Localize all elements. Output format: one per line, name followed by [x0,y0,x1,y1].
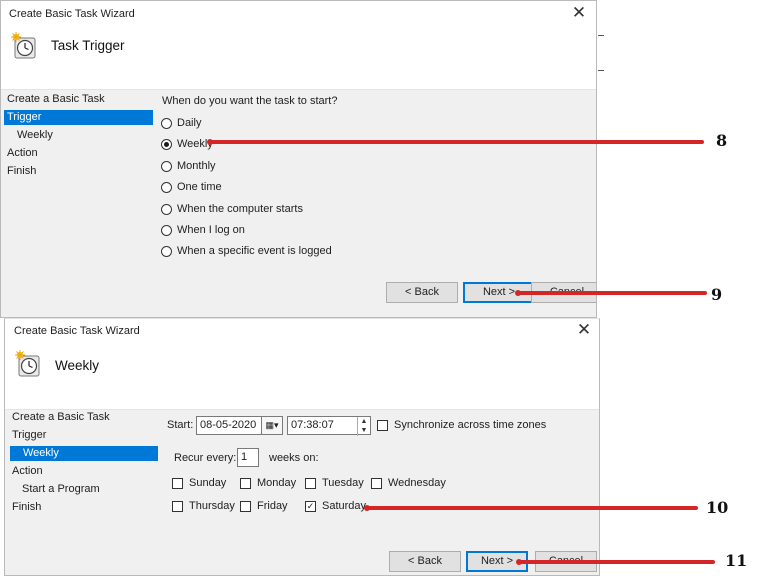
radio-weekly-circle[interactable] [161,138,172,150]
task-scheduler-clock-icon [15,350,40,377]
day-tuesday[interactable]: Tuesday [305,476,364,490]
start-time-value: 07:38:07 [291,419,334,431]
day-thursday-checkbox[interactable] [172,500,183,512]
task-trigger-window: Create Basic Task Wizard ✕ Task Trigger … [0,0,597,318]
nav-step-action[interactable]: Action [7,146,38,161]
nav-step-finish[interactable]: Finish [12,500,41,515]
day-sunday-checkbox[interactable] [172,477,183,489]
radio-computer-starts-circle[interactable] [161,203,172,215]
nav-step-action[interactable]: Action [12,464,43,479]
radio-computer-starts-label: When the computer starts [177,203,303,215]
day-friday-label: Friday [257,500,288,512]
window-title: Create Basic Task Wizard [14,325,140,337]
day-friday[interactable]: Friday [240,499,288,513]
calendar-dropdown-button[interactable]: ▦▾ [261,416,283,435]
day-monday-checkbox[interactable] [240,477,251,489]
day-friday-checkbox[interactable] [240,500,251,512]
radio-monthly-label: Monthly [177,160,216,172]
day-wednesday-checkbox[interactable] [371,477,382,489]
annotation-10-number: 10 [706,498,729,517]
radio-daily[interactable]: Daily [161,116,201,130]
title-bar: Create Basic Task Wizard ✕ [5,319,599,343]
start-date-field[interactable]: 08-05-2020 [196,416,262,435]
day-saturday-checkbox[interactable]: ✓ [305,500,316,512]
close-button[interactable]: ✕ [573,320,595,340]
annotation-8-number: 8 [716,131,728,150]
sync-time-zones-checkbox[interactable] [377,419,388,431]
sync-time-zones[interactable]: Synchronize across time zones [377,418,546,432]
wizard-body: Create a Basic Task Trigger Weekly Actio… [1,89,596,317]
weeks-on-label: weeks on: [269,452,319,464]
wizard-header: Task Trigger [1,25,596,89]
weekly-trigger-window: Create Basic Task Wizard ✕ Weekly Create… [4,318,600,576]
calendar-icon: ▦▾ [265,420,279,430]
nav-step-weekly[interactable]: Weekly [17,128,53,143]
radio-one-time-label: One time [177,181,222,193]
page-title: Task Trigger [51,38,125,53]
nav-step-finish[interactable]: Finish [7,164,36,179]
radio-daily-label: Daily [177,117,202,129]
nav-step-trigger[interactable]: Trigger [4,110,153,125]
radio-log-on-label: When I log on [177,224,245,236]
wizard-header: Weekly [5,343,599,409]
day-tuesday-checkbox[interactable] [305,477,316,489]
radio-log-on-circle[interactable] [161,224,172,236]
task-scheduler-clock-icon [11,32,36,59]
background-window-edge [598,70,604,71]
nav-step-start-a-program[interactable]: Start a Program [22,482,100,497]
day-tuesday-label: Tuesday [322,477,364,489]
day-saturday-label: Saturday [322,500,367,512]
recur-label: Recur every: [174,452,237,464]
sync-time-zones-label: Synchronize across time zones [394,419,547,431]
page-title: Weekly [55,358,100,373]
radio-one-time[interactable]: One time [161,180,222,194]
day-wednesday[interactable]: Wednesday [371,476,446,490]
annotation-10-line [366,506,698,510]
time-spinner[interactable]: ▲ ▼ [357,417,370,436]
radio-event-logged[interactable]: When a specific event is logged [161,244,332,258]
trigger-question: When do you want the task to start? [162,95,338,107]
radio-event-logged-label: When a specific event is logged [177,245,332,257]
background-window-edge [598,35,604,36]
wizard-steps-nav: Create a Basic Task Trigger Weekly Actio… [1,90,153,317]
window-title: Create Basic Task Wizard [9,8,135,20]
wizard-steps-nav: Create a Basic Task Trigger Weekly Actio… [5,410,158,575]
nav-step-trigger[interactable]: Trigger [12,428,46,443]
day-saturday[interactable]: ✓ Saturday [305,499,366,513]
radio-weekly[interactable]: Weekly [161,137,213,151]
annotation-11-line [518,560,715,564]
radio-log-on[interactable]: When I log on [161,223,245,237]
annotation-11-number: 11 [725,551,748,570]
recur-weeks-input[interactable]: 1 [237,448,259,467]
radio-computer-starts[interactable]: When the computer starts [161,202,303,216]
title-bar: Create Basic Task Wizard ✕ [1,1,596,25]
back-button[interactable]: < Back [386,282,458,303]
radio-monthly[interactable]: Monthly [161,159,216,173]
day-sunday[interactable]: Sunday [172,476,226,490]
wizard-body: Create a Basic Task Trigger Weekly Actio… [5,409,599,575]
annotation-9-line [518,291,707,295]
nav-step-weekly[interactable]: Weekly [10,446,158,461]
day-thursday-label: Thursday [189,500,235,512]
nav-step-create-basic-task[interactable]: Create a Basic Task [7,92,153,107]
radio-monthly-circle[interactable] [161,160,172,172]
day-thursday[interactable]: Thursday [172,499,235,513]
start-time-field[interactable]: 07:38:07 ▲ ▼ [287,416,371,436]
close-button[interactable]: ✕ [568,3,590,23]
radio-one-time-circle[interactable] [161,181,172,193]
day-monday-label: Monday [257,477,297,489]
back-button[interactable]: < Back [389,551,461,572]
nav-step-create-basic-task[interactable]: Create a Basic Task [12,410,110,425]
spin-down-icon[interactable]: ▼ [358,426,370,435]
day-sunday-label: Sunday [189,477,227,489]
annotation-9-number: 9 [711,285,723,304]
day-wednesday-label: Wednesday [388,477,446,489]
radio-event-logged-circle[interactable] [161,245,172,257]
spin-up-icon[interactable]: ▲ [358,417,370,426]
annotation-8-line [209,140,704,144]
start-label: Start: [167,419,194,431]
day-monday[interactable]: Monday [240,476,296,490]
radio-daily-circle[interactable] [161,117,172,129]
